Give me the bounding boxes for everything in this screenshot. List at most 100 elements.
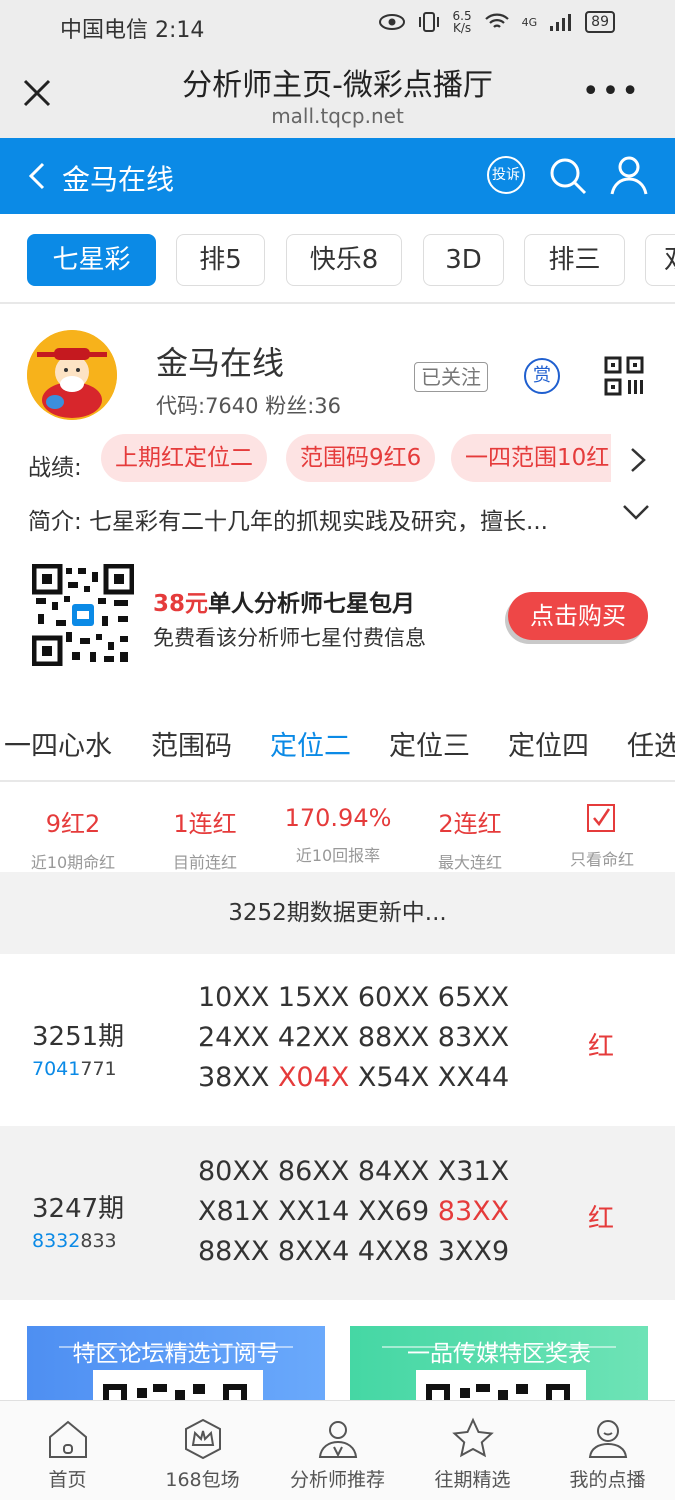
tab-dingwei-si[interactable]: 定位四	[508, 724, 589, 763]
promo-subtitle: 免费看该分析师七星付费信息	[153, 626, 426, 650]
analyst-name: 金马在线	[156, 344, 285, 382]
number-line: X81X XX14 XX69 83XX	[198, 1196, 510, 1227]
only-hits-checkbox[interactable]	[587, 804, 615, 832]
record-chip[interactable]: 范围码9红6	[286, 434, 436, 482]
nav-analyst[interactable]: 分析师推荐	[270, 1401, 405, 1500]
promo-price: 38元	[153, 591, 209, 617]
qr-code-icon[interactable]	[604, 356, 644, 396]
result-badge: 红	[588, 1204, 615, 1234]
complain-button[interactable]: 投诉	[487, 156, 525, 194]
tab-3d[interactable]: 3D	[423, 234, 504, 286]
back-arrow-icon[interactable]	[28, 162, 46, 190]
draw-code: 8332833	[32, 1230, 117, 1252]
tab-paisan[interactable]: 排三	[524, 234, 625, 286]
stat-label: 目前连红	[172, 853, 237, 872]
chevron-right-icon[interactable]	[628, 446, 648, 474]
tab-renxuan[interactable]: 任选	[627, 724, 675, 763]
more-menu-icon[interactable]: •••	[582, 74, 641, 109]
star-icon	[452, 1417, 494, 1458]
browser-title-bar: 分析师主页-微彩点播厅 mall.tqcp.net •••	[0, 50, 675, 138]
stat-value: 9红2	[45, 810, 101, 838]
avatar	[27, 330, 117, 420]
tab-pai5[interactable]: 排5	[176, 234, 265, 286]
nav-my[interactable]: 我的点播	[540, 1401, 675, 1500]
banner-title: 特区论坛精选订阅号	[72, 1341, 280, 1367]
stat-current-streak: 1连红 目前连红	[140, 804, 270, 873]
nav-168[interactable]: 168包场	[135, 1401, 270, 1500]
lottery-tabs: 七星彩 排5 快乐8 3D 排三 双	[0, 214, 675, 304]
draw-code-rest: 771	[80, 1058, 117, 1080]
net-speed: 6.5 K/s	[452, 9, 472, 35]
stat-value: 170.94%	[284, 804, 392, 832]
tab-kuaile8[interactable]: 快乐8	[286, 234, 402, 286]
issue-number: 3247期	[32, 1194, 125, 1224]
vibrate-icon	[418, 12, 439, 32]
search-icon[interactable]	[548, 156, 588, 196]
crown-icon	[185, 1418, 221, 1460]
page-url: mall.tqcp.net	[271, 104, 404, 128]
hit-number: X04X	[277, 1062, 350, 1093]
hit-number: 83XX	[437, 1196, 510, 1227]
analyst-code-fans: 代码:7640 粉丝:36	[156, 394, 341, 418]
follow-button[interactable]: 已关注	[414, 362, 488, 392]
stat-label: 近10期命红	[30, 853, 116, 872]
nav-label: 168包场	[165, 1469, 240, 1491]
draw-code: 7041771	[32, 1058, 117, 1080]
signal-icon	[550, 14, 572, 31]
stat-hits-10: 9红2 近10期命红	[8, 804, 138, 873]
number-line: 80XX 86XX 84XX X31X	[198, 1156, 510, 1187]
tab-qixingcai[interactable]: 七星彩	[27, 234, 156, 286]
battery-indicator: 89	[585, 11, 615, 33]
nav-label: 首页	[48, 1469, 87, 1491]
draw-code-rest: 833	[80, 1230, 117, 1252]
network-type: 4G	[521, 15, 538, 29]
nav-past-picks[interactable]: 往期精选	[405, 1401, 540, 1500]
promo-title: 38元单人分析师七星包月	[153, 584, 415, 618]
user-icon[interactable]	[608, 154, 650, 196]
nav-label: 我的点播	[569, 1469, 646, 1491]
stat-return-rate: 170.94% 近10回报率	[273, 804, 403, 866]
reward-button[interactable]: 赏	[524, 358, 560, 394]
eye-icon	[378, 14, 405, 30]
banner-title: 一品传媒特区奖表	[407, 1341, 591, 1367]
number-line: 10XX 15XX 60XX 65XX	[198, 982, 510, 1013]
chevron-down-icon[interactable]	[622, 502, 650, 522]
mascot-image	[27, 330, 117, 420]
prediction-numbers: 80XX 86XX 84XX X31X X81X XX14 XX69 83XX …	[198, 1152, 509, 1272]
number-line: 24XX 42XX 88XX 83XX	[198, 1022, 510, 1053]
tab-dingwei-san[interactable]: 定位三	[389, 724, 470, 763]
analyst-icon	[318, 1421, 358, 1458]
promo-title-text: 单人分析师七星包月	[208, 591, 416, 617]
buy-button[interactable]: 点击购买	[508, 592, 648, 640]
profile-icon	[588, 1420, 628, 1458]
tab-dingwei-er[interactable]: 定位二	[270, 724, 351, 763]
tab-shuang[interactable]: 双	[645, 234, 675, 286]
wifi-icon	[484, 13, 509, 28]
page-title: 分析师主页-微彩点播厅	[182, 68, 493, 103]
nav-label: 往期精选	[434, 1469, 511, 1491]
checkmark-icon	[593, 808, 611, 827]
table-row: 3251期 7041771 10XX 15XX 60XX 65XX 24XX 4…	[0, 954, 675, 1126]
tab-fanweima[interactable]: 范围码	[151, 724, 232, 763]
only-hits-label: 只看命红	[569, 850, 634, 869]
qr-code-image	[32, 564, 134, 666]
prediction-numbers: 10XX 15XX 60XX 65XX 24XX 42XX 88XX 83XX …	[198, 978, 509, 1098]
carrier-time: 中国电信 2:14	[60, 18, 205, 43]
home-icon	[49, 1420, 87, 1458]
stat-max-streak: 2连红 最大连红	[405, 804, 535, 873]
result-badge: 红	[588, 1032, 615, 1062]
record-label: 战绩:	[28, 455, 82, 481]
nav-home[interactable]: 首页	[0, 1401, 135, 1500]
tab-yisi-xinshui[interactable]: 一四心水	[4, 724, 112, 763]
status-bar: 中国电信 2:14 6.5 K/s 4G 89	[0, 0, 675, 50]
draw-code-highlight: 7041	[32, 1058, 81, 1080]
stat-label: 近10回报率	[295, 846, 381, 865]
record-chip[interactable]: 上期红定位二	[101, 434, 267, 482]
bottom-nav: 首页 168包场 分析师推荐 往期精选 我的点播	[0, 1400, 675, 1500]
record-chip[interactable]: 一四范围10红	[451, 434, 611, 482]
number-line: 38XX X04X X54X XX44	[198, 1062, 510, 1093]
analyst-intro: 简介: 七星彩有二十几年的抓规实践及研究，擅长...	[28, 509, 548, 535]
nav-label: 分析师推荐	[289, 1469, 385, 1491]
category-tabs: 一四心水 范围码 定位二 定位三 定位四 任选	[0, 710, 675, 782]
stat-value: 1连红	[173, 810, 237, 838]
